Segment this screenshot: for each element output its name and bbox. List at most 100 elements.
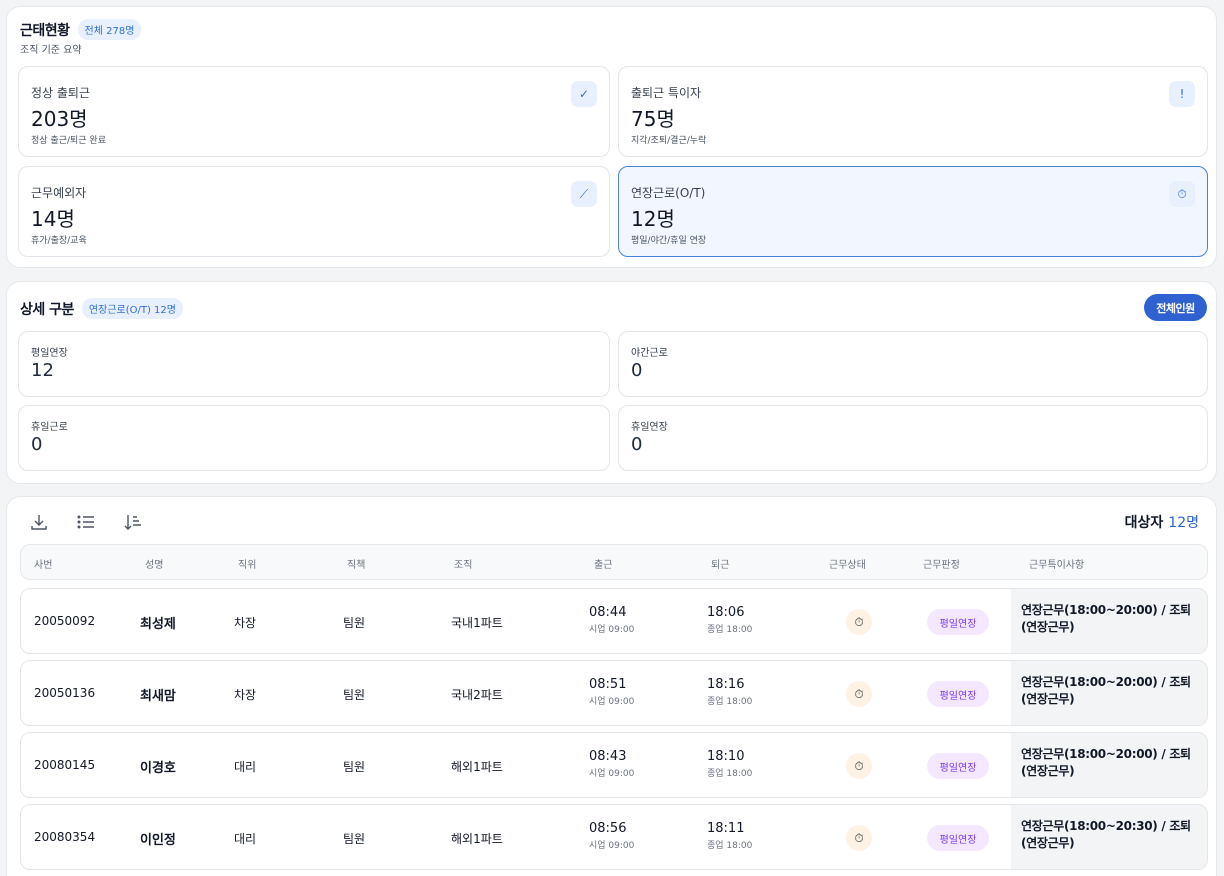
employee-list-panel: 대상자 12명 사번 성명 직위 직책 조직 출근 퇴근 근무상태 근무판정 근무… [6, 496, 1217, 876]
employee-rank: 대리 [234, 832, 257, 846]
detail-label: 휴일근로 [31, 422, 68, 433]
detail-value: 0 [631, 360, 643, 381]
clock-out-end: 종업 18:00 [707, 769, 753, 779]
clock-in-start: 시업 09:00 [589, 769, 635, 779]
clock-out-end: 종업 18:00 [707, 625, 753, 635]
card-value: 14명 [31, 207, 75, 231]
work-note: 연장근무(18:00~20:00) / 조퇴(연장근무) [1011, 589, 1207, 653]
employee-rank: 차장 [234, 688, 257, 702]
column-header[interactable]: 사번 [34, 556, 52, 571]
detail-weekday-overtime[interactable]: 평일연장 12 [18, 331, 610, 397]
employee-rank: 차장 [234, 616, 257, 630]
clock-in-start: 시업 09:00 [589, 697, 635, 707]
card-label: 근무예외자 [31, 186, 87, 200]
column-header[interactable]: 퇴근 [711, 556, 729, 571]
work-note: 연장근무(18:00~20:30) / 조퇴(연장근무) [1011, 805, 1207, 869]
clock-in-time: 08:51 [589, 677, 627, 692]
check-icon: ✓ [571, 81, 597, 107]
clock-in: 08:56 시업 09:00 [589, 821, 634, 851]
detail-value: 12 [31, 360, 54, 381]
card-label: 출퇴근 특이자 [631, 86, 702, 100]
column-header[interactable]: 직책 [347, 556, 365, 571]
judgement-badge: 평일연장 [927, 609, 989, 635]
clock-in: 08:43 시업 09:00 [589, 749, 634, 779]
employee-rank: 대리 [234, 760, 257, 774]
stopwatch-icon: ⏱ [846, 825, 872, 851]
stopwatch-icon: ⏱ [846, 609, 872, 635]
target-count: 대상자 12명 [1125, 512, 1199, 532]
employee-name: 최새맘 [140, 689, 176, 704]
employee-id: 20050092 [34, 614, 96, 628]
table-row[interactable]: 20080145 이경호 대리 팀원 해외1파트 08:43 시업 09:00 … [20, 732, 1208, 798]
exclamation-icon: ! [1169, 81, 1195, 107]
card-attendance-exception[interactable]: 출퇴근 특이자 75명 지각/조퇴/결근/누락 ! [618, 66, 1208, 157]
list-icon[interactable] [75, 511, 97, 533]
detail-label: 평일연장 [31, 348, 68, 359]
card-desc: 휴가/출장/교육 [31, 236, 87, 246]
clock-out: 18:06 종업 18:00 [707, 605, 752, 635]
slash-icon: ⟋ [571, 181, 597, 207]
target-count-label: 대상자 [1124, 515, 1164, 531]
card-value: 203명 [31, 107, 88, 131]
summary-subtitle: 조직 기준 요약 [20, 45, 82, 56]
sort-icon[interactable] [122, 511, 144, 533]
clock-out: 18:11 종업 18:00 [707, 821, 752, 851]
employee-org: 해외1파트 [451, 832, 503, 846]
column-header[interactable]: 근무판정 [923, 556, 960, 571]
card-desc: 지각/조퇴/결근/누락 [631, 136, 707, 146]
clock-out-time: 18:11 [707, 821, 745, 836]
employee-role: 팀원 [343, 832, 366, 846]
column-header[interactable]: 근무상태 [829, 556, 866, 571]
clock-in-start: 시업 09:00 [589, 625, 635, 635]
download-icon[interactable] [28, 511, 50, 533]
card-desc: 정상 출근/퇴근 완료 [31, 136, 106, 146]
column-header[interactable]: 성명 [145, 556, 163, 571]
employee-id: 20050136 [34, 686, 96, 700]
employee-role: 팀원 [343, 616, 366, 630]
column-header[interactable]: 근무특이사항 [1029, 556, 1084, 571]
table-header: 사번 성명 직위 직책 조직 출근 퇴근 근무상태 근무판정 근무특이사항 [20, 544, 1208, 580]
clock-out: 18:16 종업 18:00 [707, 677, 752, 707]
card-label: 연장근로(O/T) [631, 186, 706, 200]
employee-id: 20080145 [34, 758, 96, 772]
employee-id: 20080354 [34, 830, 96, 844]
summary-header: 근태현황 전체 278명 [20, 19, 142, 40]
clock-in-time: 08:43 [589, 749, 627, 764]
clock-out-time: 18:16 [707, 677, 745, 692]
employee-org: 국내1파트 [451, 616, 503, 630]
detail-badge: 연장근로(O/T) 12명 [81, 298, 183, 319]
column-header[interactable]: 출근 [594, 556, 612, 571]
summary-title: 근태현황 [20, 22, 70, 39]
card-label: 정상 출퇴근 [31, 86, 91, 100]
clock-out-end: 종업 18:00 [707, 697, 753, 707]
clock-in: 08:44 시업 09:00 [589, 605, 634, 635]
column-header[interactable]: 조직 [454, 556, 472, 571]
detail-label: 야간근로 [631, 348, 668, 359]
card-overtime[interactable]: 연장근로(O/T) 12명 평일/야간/휴일 연장 ⏱ [618, 166, 1208, 257]
employee-name: 이인정 [140, 833, 176, 848]
all-members-button[interactable]: 전체인원 [1144, 294, 1207, 321]
table-row[interactable]: 20080354 이인정 대리 팀원 해외1파트 08:56 시업 09:00 … [20, 804, 1208, 870]
clock-out: 18:10 종업 18:00 [707, 749, 752, 779]
judgement-badge: 평일연장 [927, 825, 989, 851]
judgement-badge: 평일연장 [927, 753, 989, 779]
work-note: 연장근무(18:00~20:00) / 조퇴(연장근무) [1011, 733, 1207, 797]
table-row[interactable]: 20050136 최새맘 차장 팀원 국내2파트 08:51 시업 09:00 … [20, 660, 1208, 726]
column-header[interactable]: 직위 [238, 556, 256, 571]
target-count-value: 12명 [1168, 515, 1199, 531]
table-row[interactable]: 20050092 최성제 차장 팀원 국내1파트 08:44 시업 09:00 … [20, 588, 1208, 654]
total-count-badge: 전체 278명 [77, 19, 142, 40]
detail-holiday-overtime[interactable]: 휴일연장 0 [618, 405, 1208, 471]
clock-in-time: 08:56 [589, 821, 627, 836]
detail-night-work[interactable]: 야간근로 0 [618, 331, 1208, 397]
clock-in: 08:51 시업 09:00 [589, 677, 634, 707]
detail-breakdown-panel: 상세 구분 연장근로(O/T) 12명 전체인원 평일연장 12 야간근로 0 … [6, 281, 1217, 484]
detail-value: 0 [31, 434, 43, 455]
card-work-exception[interactable]: 근무예외자 14명 휴가/출장/교육 ⟋ [18, 166, 610, 257]
judgement-badge: 평일연장 [927, 681, 989, 707]
employee-role: 팀원 [343, 688, 366, 702]
card-normal-attendance[interactable]: 정상 출퇴근 203명 정상 출근/퇴근 완료 ✓ [18, 66, 610, 157]
employee-name: 이경호 [140, 761, 176, 776]
detail-holiday-work[interactable]: 휴일근로 0 [18, 405, 610, 471]
detail-header: 상세 구분 연장근로(O/T) 12명 [20, 298, 183, 319]
